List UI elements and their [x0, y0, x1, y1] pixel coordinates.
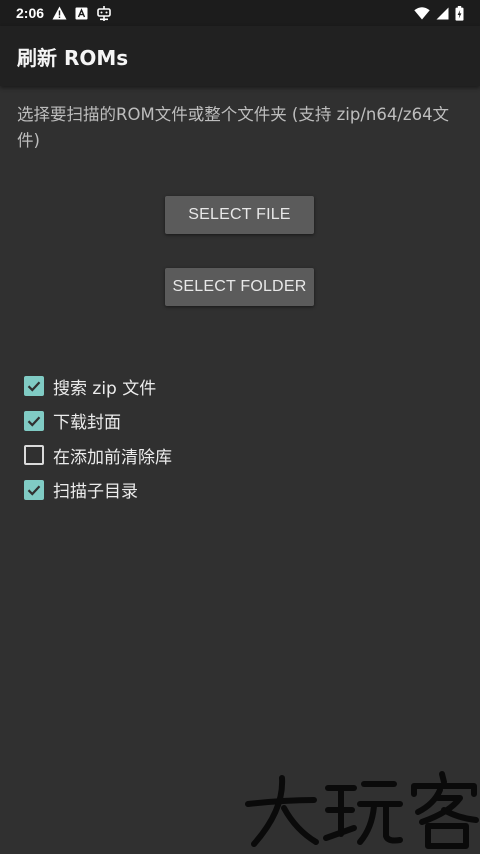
battery-icon [455, 5, 464, 21]
status-bar: 2:06 [0, 0, 480, 26]
app-bar: 刷新 ROMs [0, 26, 480, 86]
option-label: 扫描子目录 [53, 482, 138, 503]
checkbox-unchecked-icon[interactable] [24, 445, 44, 466]
checkbox-checked-icon[interactable] [24, 376, 44, 397]
watermark-logo [244, 770, 480, 850]
option-scan-subdirectories[interactable]: 扫描子目录 [24, 473, 444, 508]
option-label: 搜索 zip 文件 [53, 378, 157, 399]
option-label: 在添加前清除库 [53, 447, 172, 468]
warning-icon [52, 6, 67, 20]
select-file-button[interactable]: SELECT FILE [165, 196, 314, 234]
option-search-zip[interactable]: 搜索 zip 文件 [24, 369, 444, 404]
select-folder-button[interactable]: SELECT FOLDER [165, 268, 314, 306]
checkbox-checked-icon[interactable] [24, 410, 44, 431]
signal-icon [436, 7, 449, 20]
status-left: 2:06 [16, 5, 112, 21]
option-label: 下载封面 [53, 413, 121, 434]
status-right [414, 5, 464, 21]
description-text: 选择要扫描的ROM文件或整个文件夹 (支持 zip/n64/z64文件) [17, 105, 450, 150]
status-time: 2:06 [16, 5, 45, 21]
page-title: 刷新 ROMs [17, 45, 129, 70]
wifi-icon [414, 6, 430, 20]
options-list: 搜索 zip 文件 下载封面 在添加前清除库 扫描子目录 [24, 369, 444, 507]
a-box-icon [75, 7, 88, 20]
option-clear-library[interactable]: 在添加前清除库 [24, 438, 444, 473]
robot-icon [96, 5, 112, 21]
option-download-covers[interactable]: 下载封面 [24, 404, 444, 439]
checkbox-checked-icon[interactable] [24, 479, 44, 500]
